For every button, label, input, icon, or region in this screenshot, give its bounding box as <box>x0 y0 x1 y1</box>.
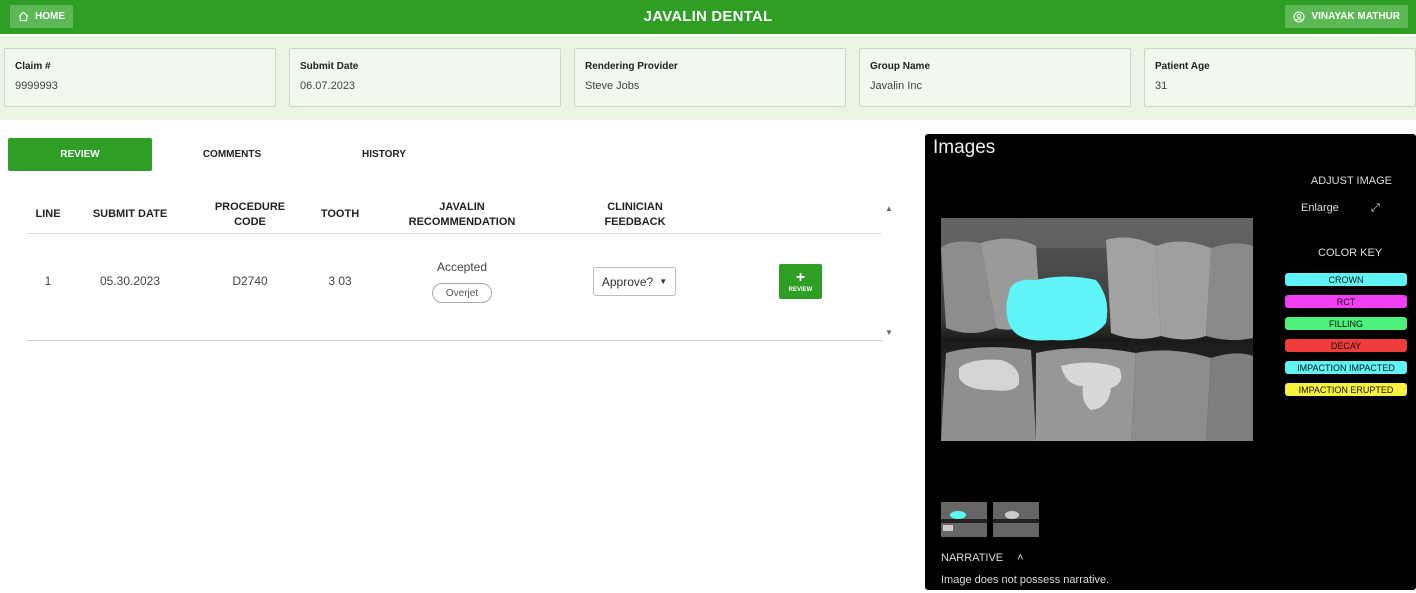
group-name-value: Javalin Inc <box>870 80 922 92</box>
header-divider <box>27 233 882 234</box>
feedback-select-value: Approve? <box>601 274 654 289</box>
xray-image[interactable] <box>941 218 1253 441</box>
tab-comments[interactable]: COMMENTS <box>172 138 292 171</box>
cell-recommendation: Accepted <box>436 260 488 274</box>
overjet-tag[interactable]: Overjet <box>432 283 492 303</box>
header-submit-date: SUBMIT DATE <box>92 208 168 220</box>
claim-info-strip: Claim # 9999993 Submit Date 06.07.2023 R… <box>0 36 1416 120</box>
review-button[interactable]: + REVIEW <box>779 264 822 299</box>
claim-number-value: 9999993 <box>15 80 58 92</box>
cell-tooth: 3 03 <box>328 274 352 288</box>
chevron-up-icon: ˄ <box>1017 552 1024 564</box>
submit-date-card: Submit Date 06.07.2023 <box>289 48 561 107</box>
tab-review[interactable]: REVIEW <box>8 138 152 171</box>
row-divider <box>27 340 882 341</box>
caret-down-icon: ▼ <box>659 277 668 286</box>
narrative-header[interactable]: NARRATIVE ˄ <box>941 552 1024 564</box>
header-tooth: TOOTH <box>320 208 360 220</box>
rendering-provider-value: Steve Jobs <box>585 80 640 92</box>
submit-date-label: Submit Date <box>300 61 359 72</box>
patient-age-value: 31 <box>1155 80 1168 92</box>
rendering-provider-card: Rendering Provider Steve Jobs <box>574 48 846 107</box>
clinician-feedback-select[interactable]: Approve? ▼ <box>593 267 676 296</box>
images-title: Images <box>933 137 996 158</box>
key-decay: DECAY <box>1285 339 1407 352</box>
key-filling: FILLING <box>1285 317 1407 330</box>
submit-date-value: 06.07.2023 <box>300 80 356 92</box>
rendering-provider-label: Rendering Provider <box>585 61 678 72</box>
header-procedure-line1: PROCEDURE <box>214 201 286 213</box>
narrative-label: NARRATIVE <box>941 552 1004 564</box>
top-bar: HOME JAVALIN DENTAL VINAYAK MATHUR <box>0 0 1416 34</box>
enlarge-label[interactable]: Enlarge <box>1301 202 1339 214</box>
header-procedure-code: PROCEDURE CODE <box>200 200 300 230</box>
images-panel: Images ADJUST IMAGE Enlarge ⤢ COLOR KEY … <box>925 134 1416 590</box>
thumbnail-1[interactable] <box>941 502 987 537</box>
key-impaction-impacted: IMPACTION IMPACTED <box>1285 361 1407 374</box>
header-javalin-recommendation: JAVALIN RECOMMENDATION <box>392 200 532 230</box>
thumbnail-2[interactable] <box>993 502 1039 537</box>
header-clinician-feedback: CLINICIAN FEEDBACK <box>575 200 695 230</box>
header-line: LINE <box>35 208 61 220</box>
scroll-up-arrow[interactable]: ▲ <box>885 204 893 213</box>
key-rct: RCT <box>1285 295 1407 308</box>
key-crown: CROWN <box>1285 273 1407 286</box>
claim-number-card: Claim # 9999993 <box>4 48 276 107</box>
adjust-image-label: ADJUST IMAGE <box>1310 175 1392 187</box>
header-procedure-line2: CODE <box>234 216 266 228</box>
cell-submit-date: 05.30.2023 <box>99 274 161 288</box>
user-name: VINAYAK MATHUR <box>1311 11 1400 22</box>
user-menu-button[interactable]: VINAYAK MATHUR <box>1285 5 1408 28</box>
app-title: JAVALIN DENTAL <box>643 8 773 25</box>
group-name-label: Group Name <box>870 61 931 72</box>
header-feedback-line2: FEEDBACK <box>604 216 666 228</box>
group-name-card: Group Name Javalin Inc <box>859 48 1131 107</box>
patient-age-label: Patient Age <box>1155 61 1210 72</box>
narrative-text: Image does not possess narrative. <box>941 574 1110 586</box>
patient-age-card: Patient Age 31 <box>1144 48 1416 107</box>
claim-number-label: Claim # <box>15 61 51 72</box>
user-circle-icon <box>1293 11 1305 22</box>
plus-icon: + <box>795 268 806 286</box>
color-key-label: COLOR KEY <box>1318 247 1383 259</box>
expand-icon[interactable]: ⤢ <box>1371 202 1380 215</box>
tab-history[interactable]: HISTORY <box>324 138 444 171</box>
key-impaction-erupted: IMPACTION ERUPTED <box>1285 383 1407 396</box>
cell-line: 1 <box>44 274 52 288</box>
scroll-down-arrow[interactable]: ▼ <box>885 328 893 337</box>
header-feedback-line1: CLINICIAN <box>607 201 663 213</box>
header-recommendation-line2: RECOMMENDATION <box>408 216 516 228</box>
review-button-label: REVIEW <box>788 286 813 293</box>
header-recommendation-line1: JAVALIN <box>439 201 485 213</box>
cell-procedure-code: D2740 <box>232 274 268 288</box>
